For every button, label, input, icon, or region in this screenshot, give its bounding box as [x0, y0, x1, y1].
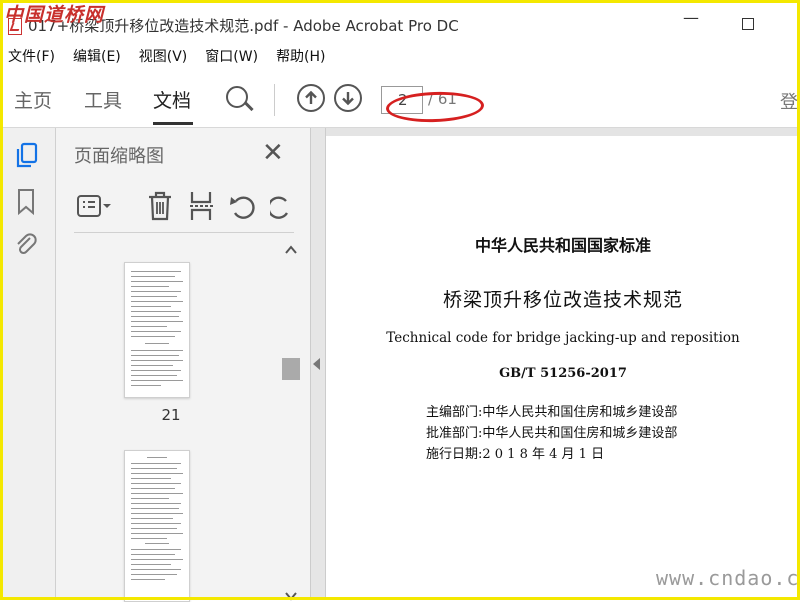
extract-pages-icon[interactable]: [188, 190, 216, 226]
sign-in-button[interactable]: 登: [780, 88, 798, 114]
tab-tools[interactable]: 工具: [84, 86, 122, 113]
thumbnail-page-label: 21: [161, 406, 181, 424]
page-thumbnail[interactable]: [124, 262, 190, 398]
page-thumbnails-panel: 页面缩略图 ✕ 21: [56, 128, 311, 602]
doc-approval-department: 批准部门:中华人民共和国住房和城乡建设部: [426, 426, 678, 441]
search-icon[interactable]: [226, 86, 248, 108]
doc-chief-department: 主编部门:中华人民共和国住房和城乡建设部: [426, 405, 678, 420]
page-thumbnails-icon[interactable]: [14, 142, 40, 174]
tab-home[interactable]: 主页: [14, 86, 52, 113]
next-page-button[interactable]: [334, 84, 362, 112]
minimize-button[interactable]: —: [683, 8, 699, 27]
attachment-icon[interactable]: [14, 232, 38, 264]
rotate-counterclockwise-icon[interactable]: [228, 192, 258, 226]
menu-view[interactable]: 视图(V): [139, 44, 188, 68]
scrollbar-thumb[interactable]: [282, 358, 300, 380]
site-url-watermark: www.cndao.com: [656, 566, 800, 590]
site-logo-watermark: 中国道桥网: [4, 4, 105, 26]
panel-divider: [74, 232, 294, 233]
close-panel-icon[interactable]: ✕: [262, 138, 284, 168]
panel-scrollbar[interactable]: [282, 240, 298, 602]
tab-document[interactable]: 文档: [153, 86, 191, 113]
scroll-down-icon[interactable]: [284, 590, 298, 602]
scroll-up-icon[interactable]: [284, 244, 298, 256]
menu-file[interactable]: 文件(F): [8, 44, 55, 68]
menu-edit[interactable]: 编辑(E): [73, 44, 121, 68]
doc-title: 桥梁顶升移位改造技术规范: [442, 289, 683, 311]
toolbar-divider: [274, 84, 275, 116]
thumbnail-options-icon[interactable]: [76, 192, 114, 226]
bookmark-icon[interactable]: [14, 188, 38, 220]
arrow-up-icon: [305, 90, 317, 104]
collapse-panel-icon[interactable]: [313, 358, 320, 370]
doc-effective-date: 施行日期:2 0 1 8 年 4 月 1 日: [426, 447, 605, 462]
trash-icon[interactable]: [146, 190, 174, 226]
page-thumbnail[interactable]: [124, 450, 190, 602]
main-toolbar: 主页 工具 文档 2 / 61 登: [0, 72, 800, 128]
rotate-clockwise-icon[interactable]: [267, 192, 294, 226]
doc-english-title: Technical code for bridge jacking-up and…: [386, 330, 740, 346]
menu-bar: 文件(F) 编辑(E) 视图(V) 窗口(W) 帮助(H): [0, 44, 344, 68]
thumbnail-tools: [56, 188, 310, 230]
maximize-button[interactable]: [742, 18, 754, 30]
doc-standard-heading: 中华人民共和国国家标准: [474, 236, 651, 255]
left-tool-rail: [0, 128, 56, 600]
doc-standard-number: GB/T 51256-2017: [499, 366, 627, 381]
menu-window[interactable]: 窗口(W): [205, 44, 258, 68]
menu-help[interactable]: 帮助(H): [276, 44, 325, 68]
arrow-down-icon: [342, 92, 354, 106]
previous-page-button[interactable]: [297, 84, 325, 112]
title-bar: 中国道桥网 017+桥梁顶升移位改造技术规范.pdf - Adobe Acrob…: [0, 0, 800, 40]
panel-title: 页面缩略图: [74, 146, 164, 167]
active-tab-indicator: [153, 122, 193, 125]
